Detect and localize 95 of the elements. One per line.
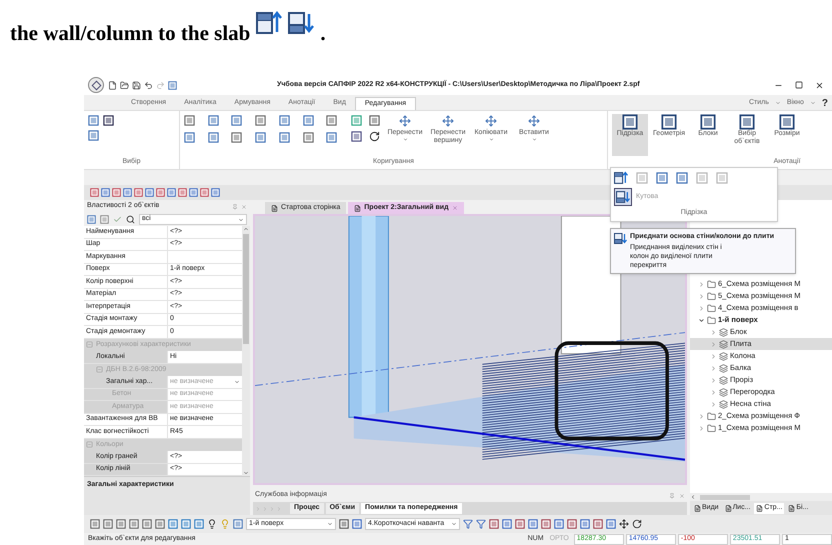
caret-icon[interactable] (488, 137, 494, 142)
edit-tool-icon[interactable] (208, 115, 219, 126)
move-arrows-icon (485, 115, 497, 127)
trim-bottom-icon (614, 232, 627, 245)
collapse-toggle-icon[interactable] (96, 366, 103, 374)
layer-icon (719, 388, 728, 396)
edit-tool-icon[interactable] (326, 115, 338, 126)
expand-chevron-icon[interactable] (698, 424, 705, 432)
undo-icon[interactable] (144, 80, 153, 90)
move-arrows-icon (399, 115, 411, 127)
edit-tool-icon[interactable] (231, 132, 242, 143)
edit-tool-icon[interactable] (302, 115, 314, 126)
edit-tool-icon[interactable] (326, 132, 338, 143)
document-icon (271, 204, 278, 212)
folder-icon (707, 316, 716, 324)
search-icon[interactable] (126, 215, 135, 224)
edit-tool-icon[interactable] (208, 132, 219, 143)
scroll-up-icon[interactable] (243, 226, 249, 232)
edit-tool-icon[interactable] (255, 115, 266, 126)
expand-chevron-icon[interactable] (710, 376, 717, 384)
open-folder-icon[interactable] (120, 80, 129, 90)
edit-tool-icon[interactable] (184, 115, 195, 126)
expand-chevron-icon[interactable] (710, 352, 717, 360)
edit-tool-icon[interactable] (302, 132, 314, 143)
large-tool-icon[interactable] (700, 114, 716, 130)
folder-icon (707, 412, 716, 420)
caption-period: . (320, 20, 326, 47)
edit-tool-icon[interactable] (278, 115, 290, 126)
save-icon[interactable] (132, 80, 141, 90)
collapse-chevron-icon[interactable] (698, 316, 705, 324)
caret-icon[interactable] (451, 521, 457, 527)
caret-icon[interactable] (238, 216, 244, 222)
layer-icon (719, 340, 728, 348)
trim-bottom-icon (616, 190, 630, 204)
layer-icon (719, 376, 728, 384)
layer-icon (719, 328, 728, 336)
layer-icon (719, 352, 728, 360)
scroll-down-icon[interactable] (243, 470, 249, 476)
layer-icon (719, 364, 728, 372)
filter-icon[interactable] (476, 519, 486, 529)
rotate-icon[interactable] (632, 519, 642, 529)
folder-icon (707, 280, 716, 288)
scroll-left-icon[interactable] (690, 494, 696, 500)
large-tool-icon[interactable] (779, 114, 795, 130)
caret-icon[interactable] (532, 137, 536, 142)
edit-tool-icon[interactable] (255, 132, 266, 143)
folder-icon (707, 292, 716, 300)
trim-bottom-button[interactable] (614, 188, 632, 206)
pin-icon[interactable] (669, 492, 675, 498)
expand-chevron-icon[interactable] (698, 280, 705, 288)
expand-chevron-icon[interactable] (698, 292, 705, 300)
expand-chevron-icon[interactable] (698, 412, 705, 420)
large-tool-icon[interactable] (661, 114, 677, 130)
lightbulb-icon[interactable] (207, 519, 217, 529)
document-icon (756, 504, 764, 512)
document-icon (724, 504, 732, 512)
collapse-toggle-icon[interactable] (86, 341, 93, 348)
folder-icon (707, 304, 716, 312)
expand-chevron-icon[interactable] (710, 328, 717, 336)
horizontal-scrollbar[interactable] (690, 493, 832, 501)
maximize-icon[interactable] (795, 81, 803, 89)
caret-icon[interactable] (402, 137, 408, 142)
layer-icon (719, 400, 728, 408)
caption-text: the wall/column to the slab (10, 20, 250, 47)
trim-top-icon[interactable] (614, 171, 628, 185)
filter-icon[interactable] (463, 519, 473, 529)
rotate-icon[interactable] (369, 131, 380, 142)
document-icon (694, 504, 701, 512)
check-icon[interactable] (113, 215, 122, 224)
new-file-icon[interactable] (108, 80, 117, 90)
edit-tool-icon[interactable] (231, 115, 242, 126)
move-arrows-icon (442, 115, 454, 127)
edit-tool-icon[interactable] (278, 132, 290, 143)
pin-icon[interactable] (232, 204, 238, 210)
trim-top-icon (256, 10, 282, 36)
document-icon (354, 204, 362, 212)
scrollbar[interactable] (242, 226, 250, 476)
folder-icon (707, 424, 716, 432)
dropdown-caret-icon[interactable] (234, 378, 240, 385)
move-arrows-icon (528, 115, 540, 127)
move-icon[interactable] (619, 519, 629, 529)
expand-chevron-icon[interactable] (710, 364, 717, 372)
caret-icon[interactable] (327, 521, 333, 527)
trim-bottom-icon (288, 10, 314, 36)
large-tool-icon[interactable] (739, 114, 755, 130)
expand-chevron-icon[interactable] (710, 400, 717, 408)
menu-item[interactable]: ? (822, 96, 828, 110)
edit-tool-icon[interactable] (184, 132, 195, 143)
expand-chevron-icon[interactable] (710, 388, 717, 396)
collapse-toggle-icon[interactable] (86, 441, 93, 448)
large-tool-icon[interactable] (622, 114, 638, 130)
close-icon[interactable] (815, 80, 824, 90)
app-logo-icon[interactable] (88, 77, 104, 93)
document-icon (788, 504, 796, 512)
expand-chevron-icon[interactable] (698, 304, 705, 312)
